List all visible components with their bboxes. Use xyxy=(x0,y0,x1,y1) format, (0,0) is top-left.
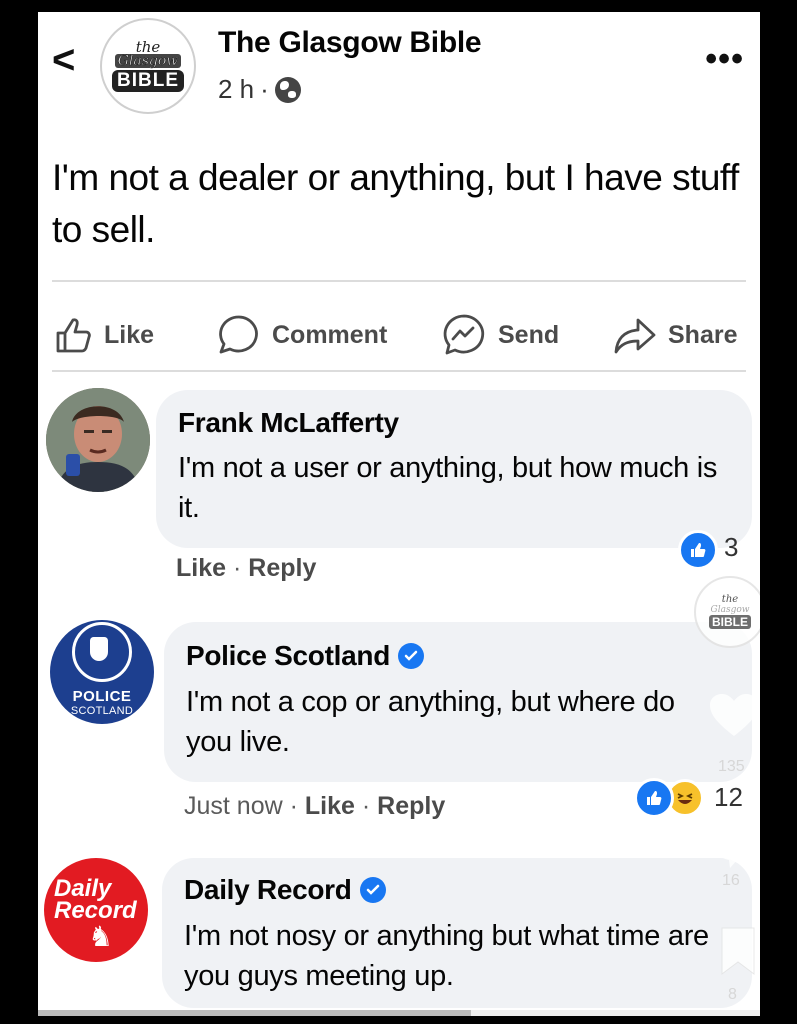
verified-badge-icon xyxy=(398,643,424,669)
comment-text: I'm not a user or anything, but how much… xyxy=(178,452,718,524)
globe-icon xyxy=(274,76,301,103)
comment-like-button[interactable]: Like xyxy=(305,792,355,820)
like-button[interactable]: Like xyxy=(54,302,154,368)
comment-label: Comment xyxy=(272,320,388,349)
comment-text: I'm not nosy or anything but what time a… xyxy=(184,920,709,992)
more-options-button[interactable]: ••• xyxy=(705,42,744,76)
thumbs-up-icon xyxy=(647,791,662,805)
comment-text: I'm not a cop or anything, but where do … xyxy=(186,686,675,758)
progress-fill xyxy=(38,1010,472,1016)
page-avatar[interactable]: the Glasgow BIBLE xyxy=(100,18,196,114)
meta-separator: · xyxy=(361,792,371,820)
commenter-avatar[interactable]: POLICE SCOTLAND xyxy=(50,620,154,724)
progress-bar[interactable] xyxy=(38,1010,760,1016)
reaction-count: 12 xyxy=(714,782,743,812)
comment-actions: Like · Reply xyxy=(176,554,316,583)
overlay-comment-count: 16 xyxy=(722,872,740,889)
logo-line-3: BIBLE xyxy=(709,615,751,629)
action-bar: Like Comment Send Share xyxy=(52,302,752,372)
comment-button[interactable]: Comment xyxy=(216,302,387,368)
thumbs-up-icon xyxy=(691,543,706,557)
verified-badge-icon xyxy=(359,877,386,903)
reaction-like-badge[interactable] xyxy=(678,530,718,570)
comment-like-button[interactable]: Like xyxy=(176,554,226,582)
post-time: 2 h xyxy=(218,74,255,104)
share-label: Share xyxy=(668,320,738,349)
like-label: Like xyxy=(104,320,155,349)
commenter-avatar[interactable] xyxy=(46,388,150,492)
overlay-save-count: 8 xyxy=(728,986,737,1003)
share-button[interactable]: Share xyxy=(612,302,737,368)
commenter-name[interactable]: Daily Record xyxy=(184,874,386,906)
overlay-like-count: 135 xyxy=(718,758,745,775)
bookmark-icon[interactable] xyxy=(718,926,758,976)
post-meta: 2 h · xyxy=(218,74,301,105)
comment-reply-button[interactable]: Reply xyxy=(377,792,445,820)
thumbs-up-icon xyxy=(56,318,91,353)
commenter-avatar[interactable]: Daily Record ♞ xyxy=(44,858,148,962)
daily-record-logo: Daily Record ♞ xyxy=(44,858,148,962)
comment-reply-button[interactable]: Reply xyxy=(248,554,316,582)
meta-separator: · xyxy=(232,554,242,582)
commenter-name-text: Police Scotland xyxy=(186,640,390,671)
page-name[interactable]: The Glasgow Bible xyxy=(218,26,482,60)
back-button[interactable]: < xyxy=(52,40,75,80)
logo-line-2: Glasgow xyxy=(710,605,750,615)
divider xyxy=(52,370,746,372)
commenter-name[interactable]: Police Scotland xyxy=(186,640,424,672)
comment-time: Just now xyxy=(184,792,283,820)
post-text: I'm not a dealer or anything, but I have… xyxy=(52,157,739,250)
divider xyxy=(52,280,746,282)
meta-separator: · xyxy=(260,74,269,104)
overlay-profile-avatar[interactable]: the Glasgow BIBLE xyxy=(694,576,760,648)
send-label: Send xyxy=(498,320,560,349)
commenter-name-text: Daily Record xyxy=(184,874,352,905)
logo-line-2: Glasgow xyxy=(114,54,182,68)
police-scotland-logo: POLICE SCOTLAND xyxy=(50,620,154,724)
logo-line-3: BIBLE xyxy=(112,70,184,92)
reaction-count: 3 xyxy=(724,532,739,562)
post-screen: < the Glasgow BIBLE The Glasgow Bible 2 … xyxy=(38,12,760,1016)
logo-line-1: POLICE xyxy=(72,687,132,705)
crest-icon xyxy=(72,621,132,682)
logo-line-2: Record xyxy=(54,897,137,924)
meta-separator: · xyxy=(289,792,298,820)
comment-icon xyxy=(219,315,258,354)
commenter-name[interactable]: Frank McLafferty xyxy=(178,407,399,439)
overlay-comment-icon[interactable] xyxy=(710,824,760,870)
logo-line-2: SCOTLAND xyxy=(70,704,134,717)
send-button[interactable]: Send xyxy=(440,302,559,368)
messenger-icon xyxy=(443,314,485,355)
lion-icon: ♞ xyxy=(88,921,114,952)
logo-line-1: the xyxy=(721,594,739,605)
share-icon xyxy=(614,318,656,354)
person-photo-icon xyxy=(46,388,150,492)
logo-line-1: the xyxy=(135,38,161,56)
heart-icon[interactable] xyxy=(708,692,760,740)
comment-actions: Just now · Like · Reply xyxy=(184,792,445,821)
reaction-like-badge[interactable] xyxy=(634,778,674,818)
